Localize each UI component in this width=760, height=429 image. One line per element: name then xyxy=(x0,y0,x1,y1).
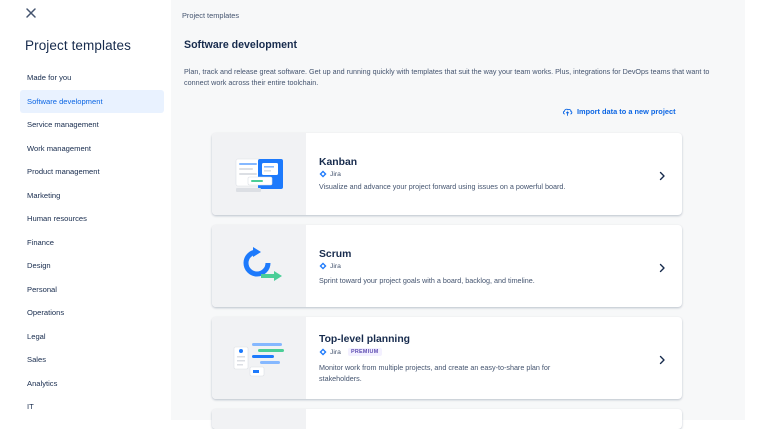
template-description: Sprint toward your project goals with a … xyxy=(319,276,535,285)
nav-item-human-resources[interactable]: Human resources xyxy=(20,207,164,231)
jira-icon xyxy=(319,170,327,178)
nav-item-legal[interactable]: Legal xyxy=(20,325,164,349)
cloud-upload-icon xyxy=(562,106,573,117)
premium-badge: PREMIUM xyxy=(347,348,382,356)
product-label: Jira xyxy=(319,262,341,270)
template-card-scrum[interactable]: Scrum Jira Sprint toward your project go… xyxy=(212,225,682,307)
template-description: Monitor work from multiple projects, and… xyxy=(319,363,551,383)
nav-item-analytics[interactable]: Analytics xyxy=(20,372,164,396)
product-label: Jira PREMIUM xyxy=(319,348,382,356)
nav-item-it[interactable]: IT xyxy=(20,395,164,419)
breadcrumb[interactable]: Project templates xyxy=(182,11,239,20)
nav-item-personal[interactable]: Personal xyxy=(20,278,164,302)
template-card-partial[interactable] xyxy=(212,409,682,429)
sidebar-title: Project templates xyxy=(25,38,131,53)
nav-item-design[interactable]: Design xyxy=(20,254,164,278)
page-title: Software development xyxy=(184,39,298,51)
chevron-right-icon xyxy=(658,352,666,365)
close-icon[interactable] xyxy=(23,6,39,22)
product-name: Jira xyxy=(330,262,341,270)
import-data-link[interactable]: Import data to a new project xyxy=(562,106,676,117)
category-nav: Made for you Software development Servic… xyxy=(20,66,164,419)
template-title: Kanban xyxy=(319,157,358,168)
nav-item-made-for-you[interactable]: Made for you xyxy=(20,66,164,90)
right-gutter xyxy=(745,0,760,420)
template-card-top-level-planning[interactable]: Top-level planning Jira PREMIUM Monitor … xyxy=(212,317,682,399)
template-description: Visualize and advance your project forwa… xyxy=(319,182,566,191)
nav-item-service-management[interactable]: Service management xyxy=(20,113,164,137)
nav-item-work-management[interactable]: Work management xyxy=(20,137,164,161)
product-label: Jira xyxy=(319,170,341,178)
jira-icon xyxy=(319,348,327,356)
nav-item-finance[interactable]: Finance xyxy=(20,231,164,255)
import-data-label: Import data to a new project xyxy=(577,107,676,116)
sidebar: Project templates Made for you Software … xyxy=(0,0,171,420)
nav-item-marketing[interactable]: Marketing xyxy=(20,184,164,208)
product-name: Jira xyxy=(330,170,341,178)
nav-item-product-management[interactable]: Product management xyxy=(20,160,164,184)
nav-item-operations[interactable]: Operations xyxy=(20,301,164,325)
template-title: Scrum xyxy=(319,249,352,260)
template-title: Top-level planning xyxy=(319,334,411,345)
nav-item-sales[interactable]: Sales xyxy=(20,348,164,372)
planning-illustration xyxy=(212,317,306,399)
kanban-illustration xyxy=(212,133,306,215)
template-card-kanban[interactable]: Kanban Jira Visualize and advance your p… xyxy=(212,133,682,215)
scrum-illustration xyxy=(212,225,306,307)
page-description: Plan, track and release great software. … xyxy=(184,67,710,87)
jira-icon xyxy=(319,262,327,270)
card-illustration xyxy=(212,409,306,429)
nav-item-software-development[interactable]: Software development xyxy=(20,89,164,113)
chevron-right-icon xyxy=(658,168,666,181)
main-panel: Project templates Software development P… xyxy=(171,0,745,429)
chevron-right-icon xyxy=(658,260,666,273)
product-name: Jira xyxy=(330,348,341,356)
